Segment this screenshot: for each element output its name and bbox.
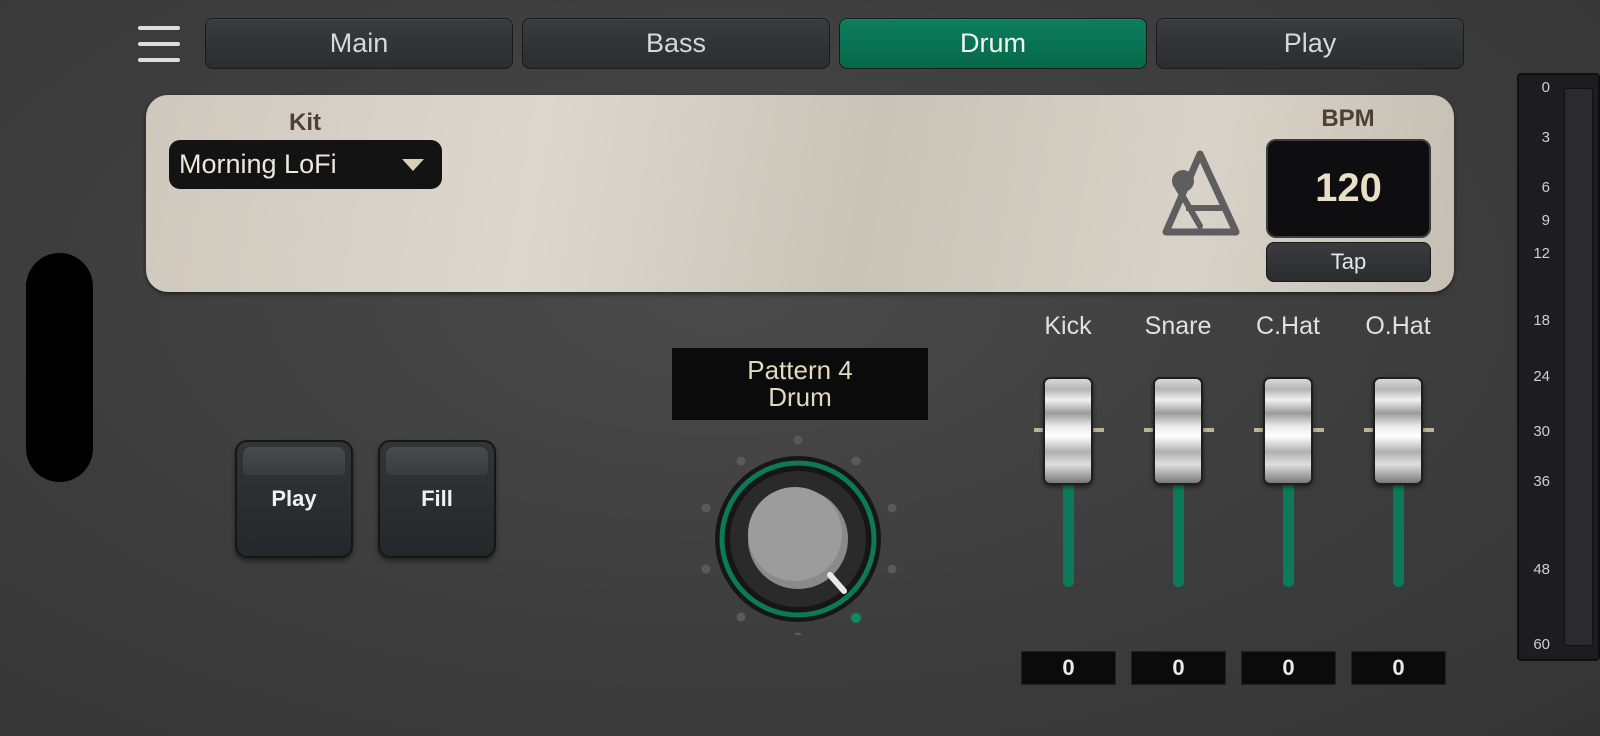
- meter-tick: 0: [1541, 79, 1550, 96]
- fader-value-snare[interactable]: 0: [1131, 651, 1226, 685]
- meter-tick: 6: [1541, 179, 1550, 196]
- kit-select[interactable]: Morning LoFi: [169, 140, 442, 189]
- tab-bass[interactable]: Bass: [522, 18, 830, 69]
- knob-active-dot: [851, 613, 861, 623]
- fader-track-chat: [1283, 480, 1294, 587]
- play-pad-label: Play: [271, 486, 317, 511]
- fader-snare[interactable]: [1153, 377, 1203, 485]
- fader-ohat[interactable]: [1373, 377, 1423, 485]
- kit-label: Kit: [289, 109, 321, 136]
- fader-value-kick[interactable]: 0: [1021, 651, 1116, 685]
- tab-drum[interactable]: Drum: [839, 18, 1147, 69]
- fader-label-kick: Kick: [1044, 312, 1092, 340]
- fader-value-chat[interactable]: 0: [1241, 651, 1336, 685]
- pattern-display: Pattern 4 Drum: [672, 348, 928, 420]
- level-meter-bar: [1564, 88, 1593, 646]
- meter-tick: 9: [1541, 212, 1550, 229]
- kit-selected-value: Morning LoFi: [179, 149, 337, 179]
- fader-track-ohat: [1393, 480, 1404, 587]
- tab-play[interactable]: Play: [1156, 18, 1464, 69]
- metronome-icon[interactable]: [1162, 150, 1242, 238]
- meter-tick: 12: [1533, 245, 1550, 262]
- fill-pad-button[interactable]: Fill: [378, 440, 496, 558]
- fader-value-ohat[interactable]: 0: [1351, 651, 1446, 685]
- fill-pad-label: Fill: [421, 486, 453, 511]
- side-handle[interactable]: [26, 253, 93, 482]
- meter-tick: 60: [1533, 636, 1550, 653]
- menu-icon[interactable]: [136, 24, 184, 64]
- fader-kick[interactable]: [1043, 377, 1093, 485]
- bpm-display[interactable]: 120: [1266, 139, 1431, 238]
- fader-label-chat: C.Hat: [1256, 312, 1320, 340]
- pattern-type: Drum: [768, 382, 832, 412]
- meter-tick: 3: [1541, 129, 1550, 146]
- meter-tick: 18: [1533, 312, 1550, 329]
- play-pad-button[interactable]: Play: [235, 440, 353, 558]
- fader-track-snare: [1173, 480, 1184, 587]
- meter-tick: 48: [1533, 561, 1550, 578]
- pattern-name: Pattern 4: [747, 355, 853, 385]
- tap-button[interactable]: Tap: [1266, 242, 1431, 282]
- dropdown-arrow-icon: [402, 159, 424, 171]
- fader-label-snare: Snare: [1144, 312, 1212, 340]
- fader-track-kick: [1063, 480, 1074, 587]
- meter-tick: 24: [1533, 368, 1550, 385]
- fader-label-ohat: O.Hat: [1365, 312, 1431, 340]
- meter-tick: 36: [1533, 473, 1550, 490]
- pattern-knob[interactable]: [698, 435, 898, 635]
- meter-tick: 30: [1533, 423, 1550, 440]
- fader-chat[interactable]: [1263, 377, 1313, 485]
- bpm-label: BPM: [1321, 105, 1375, 132]
- tab-main[interactable]: Main: [205, 18, 513, 69]
